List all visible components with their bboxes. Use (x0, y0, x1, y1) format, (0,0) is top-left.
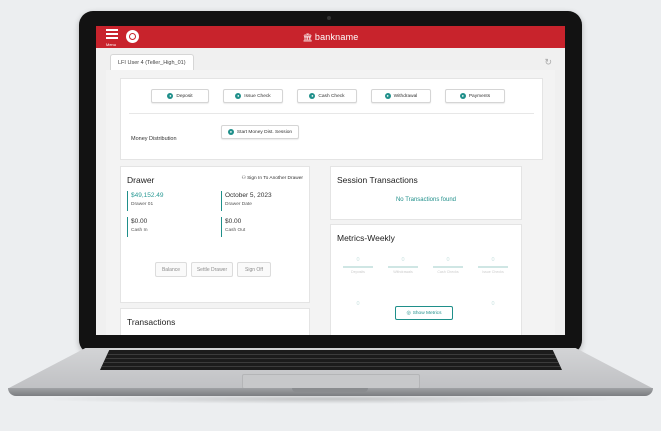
metric-issue-checks: 0 Issue Checks (478, 257, 508, 274)
deposit-icon: ● (167, 93, 174, 99)
drawer-amount: $49,152.49 (131, 192, 164, 199)
sign-in-label: Sign In To Another Drawer (247, 176, 303, 181)
menu-icon (106, 29, 118, 31)
metric-deposits: 0 Deposits (343, 257, 373, 274)
metric-label: Withdrawals (393, 269, 413, 274)
session-transactions-title: Session Transactions (337, 175, 418, 185)
refresh-icon[interactable]: ↻ (544, 57, 552, 68)
money-distribution-label: Money Distribution (131, 136, 177, 142)
laptop-base (8, 348, 653, 403)
metric-extra-1: 0 (343, 301, 373, 307)
cash-in-value: $0.00 (131, 218, 148, 225)
payments-button[interactable]: ● Payments (445, 89, 505, 103)
withdrawal-icon: ● (384, 93, 391, 99)
drawer-title: Drawer (127, 175, 155, 185)
metric-value: 0 (356, 257, 360, 263)
metric-value: 0 (446, 257, 450, 263)
cash-out-label: Cash Out (225, 228, 246, 233)
start-session-label: Start Money Dist. Session (236, 129, 293, 135)
issue-check-button[interactable]: ● Issue Check (223, 89, 283, 103)
cash-out-value: $0.00 (225, 218, 242, 225)
metric-line (388, 266, 418, 268)
metric-line (478, 266, 508, 268)
laptop-lid: Menu 🏛 bankname LFI User 4 (Teller_High_0… (79, 11, 582, 354)
sign-off-button[interactable]: Sign Off (237, 262, 271, 277)
metric-line (433, 266, 463, 268)
accent-line (127, 191, 129, 211)
transactions-card: Transactions (120, 308, 310, 335)
metric-label: Deposits (351, 269, 365, 274)
laptop-notch (292, 388, 368, 392)
key-row (100, 362, 562, 363)
show-metrics-label: Show Metrics (412, 310, 442, 316)
balance-button[interactable]: Balance (155, 262, 187, 277)
deposit-button[interactable]: ● Deposit (151, 89, 209, 103)
tab-teller-session[interactable]: LFI User 4 (Teller_High_01) (110, 54, 194, 71)
sign-in-another-drawer-link[interactable]: ⚇ Sign In To Another Drawer (241, 176, 303, 181)
drawer-card: Drawer ⚇ Sign In To Another Drawer $49,1… (120, 166, 310, 303)
eye-icon: ◎ (406, 310, 411, 316)
issue-check-label: Issue Check (244, 93, 271, 99)
metrics-title: Metrics-Weekly (337, 233, 395, 243)
session-transactions-card: Session Transactions No Transactions fou… (330, 166, 522, 220)
bank-icon: 🏛 (302, 33, 313, 42)
issue-check-icon: ● (235, 93, 242, 99)
metric-withdrawals: 0 Withdrawals (388, 257, 418, 274)
start-session-icon: ● (227, 129, 234, 135)
cash-check-icon: ● (309, 93, 316, 99)
cash-in-label: Cash In (131, 228, 148, 233)
key-row (100, 366, 562, 367)
drawer-date: October 5, 2023 (225, 192, 272, 199)
menu-label: Menu (106, 42, 117, 47)
cash-check-button[interactable]: ● Cash Check (297, 89, 357, 103)
metrics-weekly-card: Metrics-Weekly 0 Deposits 0 Withdrawals … (330, 224, 522, 335)
top-bar: Menu 🏛 bankname (96, 26, 565, 48)
withdrawal-label: Withdrawal (393, 93, 418, 99)
accent-line (221, 191, 223, 211)
metric-value: 0 (401, 257, 405, 263)
metric-value: 0 (356, 301, 360, 307)
key-row (100, 358, 562, 359)
camera (327, 16, 331, 20)
brand-logo: 🏛 bankname (96, 32, 565, 42)
drawer-id: Drawer 01 (131, 202, 154, 207)
metric-cash-checks: 0 Cash Checks (433, 257, 463, 274)
metric-label: Issue Checks (482, 269, 504, 274)
accent-line (127, 217, 129, 237)
drawer-date-label: Drawer Date (225, 202, 252, 207)
withdrawal-button[interactable]: ● Withdrawal (371, 89, 431, 103)
divider (129, 113, 534, 114)
deposit-label: Deposit (176, 93, 193, 99)
metric-value: 0 (491, 257, 495, 263)
transactions-title: Transactions (127, 317, 176, 327)
metric-extra-2: 0 (478, 301, 508, 307)
settle-drawer-button[interactable]: Settle Drawer (191, 262, 233, 277)
metric-value: 0 (491, 301, 495, 307)
cash-check-label: Cash Check (318, 93, 345, 99)
key-row (100, 354, 562, 355)
payments-icon: ● (459, 93, 466, 99)
metric-label: Cash Checks (437, 269, 459, 274)
laptop-screen: Menu 🏛 bankname LFI User 4 (Teller_High_0… (96, 26, 565, 335)
metric-line (343, 266, 373, 268)
trackpad (242, 374, 420, 389)
no-transactions-message: No Transactions found (395, 197, 457, 203)
actions-card: ● Deposit ● Issue Check ● Cash Check ● Withd… (120, 78, 543, 160)
payments-label: Payments (468, 93, 491, 99)
main-content: ● Deposit ● Issue Check ● Cash Check ● Withd… (106, 70, 555, 335)
tab-row: LFI User 4 (Teller_High_01) ↻ (96, 48, 565, 71)
show-metrics-button[interactable]: ◎ Show Metrics (395, 306, 453, 320)
accent-line (221, 217, 223, 237)
brand-name: bankname (314, 32, 359, 42)
keyboard (100, 350, 562, 370)
start-money-dist-session-button[interactable]: ● Start Money Dist. Session (221, 125, 299, 139)
